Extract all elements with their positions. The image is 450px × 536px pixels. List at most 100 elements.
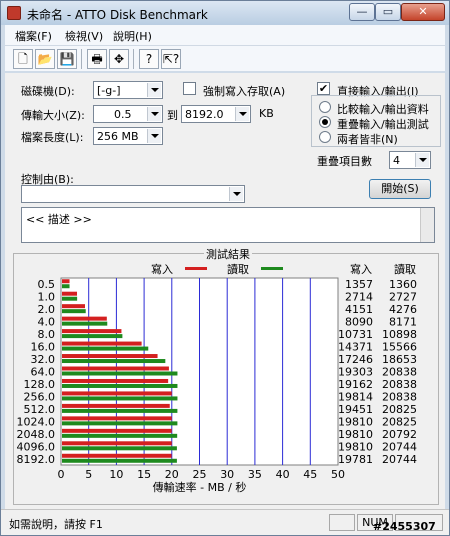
chevron-down-icon[interactable] <box>235 107 249 121</box>
mode-overlapped-radio[interactable] <box>319 116 331 128</box>
drive-select[interactable]: [-g-] <box>93 81 163 99</box>
read-value: 20825 <box>382 415 417 428</box>
results-chart: 0 5 10 15 20 25 30 35 40 45 50傳輸速率 - MB / 秒寫入 讀取 寫入讀… <box>17 262 418 494</box>
context-help-icon[interactable]: ⇱? <box>161 49 181 69</box>
x-tick-label: 0 <box>58 468 65 481</box>
title-bar[interactable]: 未命名 - ATTO Disk Benchmark — ▭ ✕ <box>1 1 449 25</box>
close-button[interactable]: ✕ <box>401 3 445 21</box>
mode-compare-label: 比較輸入/輸出資料 <box>337 103 429 116</box>
bar-read <box>62 296 78 301</box>
chevron-down-icon[interactable] <box>147 107 161 121</box>
bar-write <box>62 341 142 346</box>
mode-compare-radio[interactable] <box>319 101 331 113</box>
print-icon[interactable]: 🖶 <box>87 49 107 69</box>
minimize-button[interactable]: — <box>349 3 375 21</box>
bar-write <box>62 403 170 408</box>
maximize-button[interactable]: ▭ <box>375 3 401 21</box>
write-value: 10731 <box>338 328 373 341</box>
save-icon[interactable]: 💾 <box>57 49 77 69</box>
transfer-from-select[interactable]: 0.5 <box>93 105 163 123</box>
bar-read <box>62 346 149 351</box>
bar-read <box>62 371 178 376</box>
x-tick-label: 25 <box>193 468 207 481</box>
x-tick-label: 30 <box>220 468 234 481</box>
read-value: 20838 <box>382 390 417 403</box>
description-box[interactable]: << 描述 >> <box>21 207 435 243</box>
bar-read <box>62 284 70 289</box>
bar-write <box>62 366 169 371</box>
controlled-by-select[interactable] <box>21 185 245 203</box>
menu-view[interactable]: 檢視(V) <box>65 28 103 44</box>
x-tick-label: 15 <box>137 468 151 481</box>
y-tick-label: 4.0 <box>38 316 56 329</box>
queue-depth-select[interactable]: 4 <box>389 151 431 169</box>
description-scrollbar[interactable] <box>420 208 434 242</box>
legend-write-swatch <box>185 267 207 270</box>
legend-write-label: 寫入 <box>151 262 173 276</box>
y-tick-label: 16.0 <box>31 341 56 354</box>
chevron-down-icon[interactable] <box>147 83 161 97</box>
status-pane <box>329 514 355 531</box>
y-tick-label: 32.0 <box>31 353 56 366</box>
legend-read-label: 讀取 <box>227 262 249 276</box>
write-value: 19162 <box>338 378 373 391</box>
chevron-down-icon[interactable] <box>229 187 243 201</box>
watermark: #2455307 <box>373 520 436 533</box>
status-bar: 如需說明，請按 F1 NUM #2455307 <box>1 509 449 535</box>
x-tick-label: 5 <box>85 468 92 481</box>
read-column-header: 讀取 <box>394 262 416 276</box>
bar-write <box>62 428 172 433</box>
file-length-label: 檔案長度(L): <box>21 131 84 144</box>
menu-bar: 檔案(F) 檢視(V) 說明(H) <box>5 25 445 45</box>
bar-write <box>62 391 172 396</box>
read-value: 18653 <box>382 353 417 366</box>
write-value: 19810 <box>338 440 373 453</box>
read-value: 2727 <box>389 291 417 304</box>
help-icon[interactable]: ? <box>139 49 159 69</box>
x-tick-label: 50 <box>331 468 345 481</box>
start-button[interactable]: 開始(S) <box>369 179 431 199</box>
mode-overlapped-label: 重疊輸入/輸出測試 <box>337 118 429 131</box>
y-tick-label: 8192.0 <box>17 453 56 466</box>
x-tick-label: 40 <box>276 468 290 481</box>
move-icon[interactable]: ✥ <box>109 49 129 69</box>
bar-read <box>62 383 178 388</box>
bar-read <box>62 458 177 463</box>
y-tick-label: 1024.0 <box>17 415 56 428</box>
chevron-down-icon[interactable] <box>147 129 161 143</box>
direct-io-checkbox[interactable]: ✔ <box>317 82 330 95</box>
bar-write <box>62 279 70 284</box>
bar-write <box>62 354 158 359</box>
y-tick-label: 2048.0 <box>17 428 56 441</box>
legend-read-swatch <box>261 267 283 270</box>
description-text: << 描述 >> <box>26 213 92 226</box>
bar-read <box>62 321 108 326</box>
read-value: 1360 <box>389 278 417 291</box>
drive-label: 磁碟機(D): <box>21 85 75 98</box>
write-value: 19810 <box>338 415 373 428</box>
force-write-checkbox[interactable] <box>183 82 196 95</box>
y-tick-label: 256.0 <box>24 390 56 403</box>
chevron-down-icon[interactable] <box>415 153 429 167</box>
write-value: 1357 <box>345 278 373 291</box>
transfer-size-label: 傳輸大小(Z): <box>21 109 85 122</box>
new-icon[interactable]: 🗋 <box>13 49 33 69</box>
transfer-to-select[interactable]: 8192.0 <box>181 105 251 123</box>
bar-read <box>62 421 178 426</box>
y-tick-label: 512.0 <box>24 403 56 416</box>
mode-neither-label: 兩者皆非(N) <box>337 133 398 146</box>
x-axis-label: 傳輸速率 - MB / 秒 <box>153 480 247 494</box>
open-icon[interactable]: 📂 <box>35 49 55 69</box>
file-length-select[interactable]: 256 MB <box>93 127 163 145</box>
bar-write <box>62 441 172 446</box>
read-value: 10898 <box>382 328 417 341</box>
menu-help[interactable]: 說明(H) <box>113 28 152 44</box>
mode-neither-radio[interactable] <box>319 131 331 143</box>
read-value: 20744 <box>382 440 417 453</box>
write-value: 8090 <box>345 316 373 329</box>
bar-write <box>62 291 78 296</box>
menu-file[interactable]: 檔案(F) <box>15 28 52 44</box>
bar-read <box>62 309 86 314</box>
toolbar-separator <box>133 49 134 69</box>
y-tick-label: 64.0 <box>31 366 56 379</box>
